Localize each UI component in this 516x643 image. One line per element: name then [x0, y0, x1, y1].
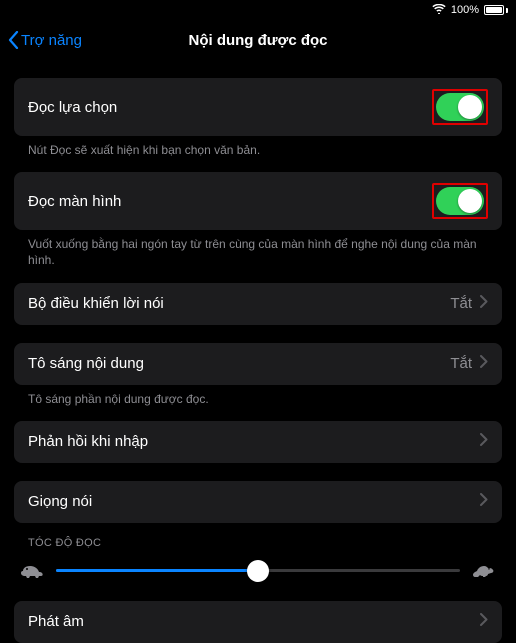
speak-screen-footer: Vuốt xuống bằng hai ngón tay từ trên cùn… — [14, 230, 502, 268]
chevron-right-icon — [480, 355, 488, 372]
row-pronunciations[interactable]: Phát âm — [14, 601, 502, 643]
row-speech-controller[interactable]: Bộ điều khiển lời nói Tắt — [14, 283, 502, 325]
chevron-left-icon — [8, 31, 19, 49]
row-speak-selection: Đọc lựa chọn — [14, 78, 502, 136]
battery-percent: 100% — [451, 4, 479, 16]
highlight-content-footer: Tô sáng phần nội dung được đọc. — [14, 385, 502, 407]
highlight-content-value: Tắt — [450, 355, 472, 372]
page-title: Nội dung được đọc — [188, 32, 327, 49]
row-speak-screen: Đọc màn hình — [14, 172, 502, 230]
highlight-content-label: Tô sáng nội dung — [28, 355, 144, 372]
row-typing-feedback[interactable]: Phản hồi khi nhập — [14, 421, 502, 463]
nav-bar: Trợ năng Nội dung được đọc — [0, 20, 516, 60]
pronunciations-label: Phát âm — [28, 613, 84, 630]
back-button[interactable]: Trợ năng — [8, 31, 82, 49]
tortoise-icon — [20, 563, 44, 579]
chevron-right-icon — [480, 433, 488, 450]
speech-controller-label: Bộ điều khiển lời nói — [28, 295, 164, 312]
speak-selection-label: Đọc lựa chọn — [28, 99, 117, 116]
hare-icon — [472, 563, 496, 579]
speak-selection-toggle[interactable] — [436, 93, 484, 121]
chevron-right-icon — [480, 295, 488, 312]
chevron-right-icon — [480, 613, 488, 630]
chevron-right-icon — [480, 493, 488, 510]
row-voices[interactable]: Giọng nói — [14, 481, 502, 523]
speaking-rate-header: TÓC ĐỘ ĐỌC — [14, 537, 502, 555]
speak-screen-label: Đọc màn hình — [28, 193, 121, 210]
annotation-highlight — [432, 183, 488, 219]
row-speaking-rate — [14, 555, 502, 583]
back-label: Trợ năng — [21, 32, 82, 49]
wifi-icon — [432, 4, 446, 17]
speech-controller-value: Tắt — [450, 295, 472, 312]
annotation-highlight — [432, 89, 488, 125]
speak-selection-footer: Nút Đọc sẽ xuất hiện khi bạn chọn văn bả… — [14, 136, 502, 158]
row-highlight-content[interactable]: Tô sáng nội dung Tắt — [14, 343, 502, 385]
status-bar: 100% — [0, 0, 516, 20]
battery-icon — [484, 5, 508, 15]
voices-label: Giọng nói — [28, 493, 92, 510]
speaking-rate-slider[interactable] — [56, 569, 460, 572]
speak-screen-toggle[interactable] — [436, 187, 484, 215]
typing-feedback-label: Phản hồi khi nhập — [28, 433, 148, 450]
